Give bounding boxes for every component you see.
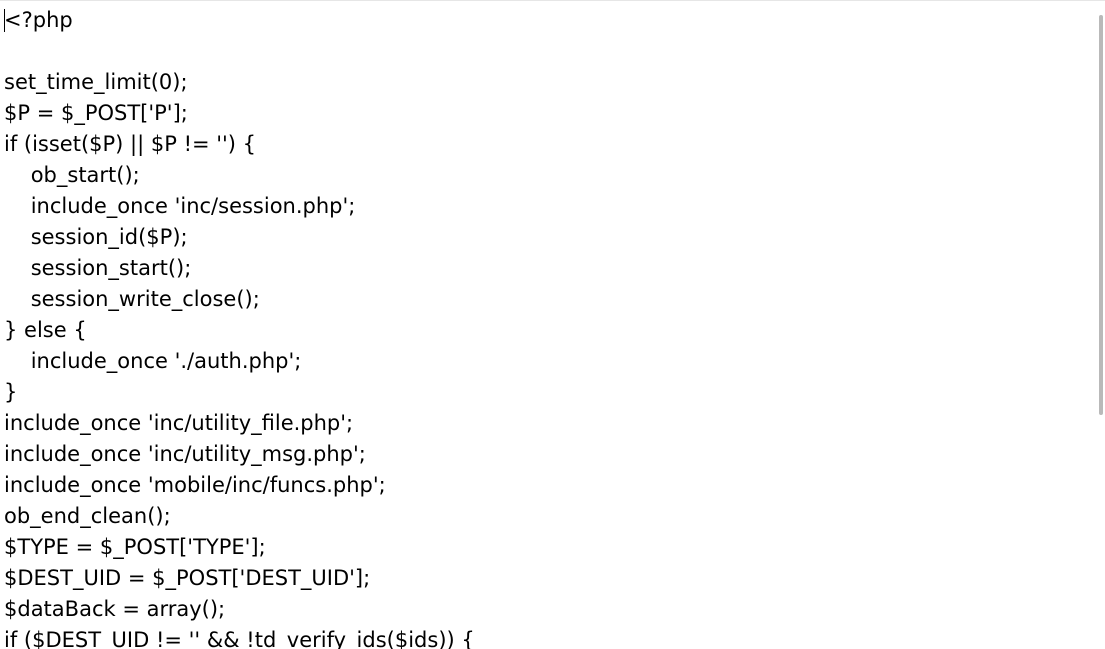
code-line: include_once 'inc/session.php';: [4, 194, 356, 218]
text-caret: [4, 9, 5, 32]
code-line: include_once 'inc/utility_file.php';: [4, 411, 354, 435]
code-line: ob_start();: [4, 163, 140, 187]
code-text-area[interactable]: <?php set_time_limit(0); $P = $_POST['P'…: [0, 1, 1105, 649]
code-line: ob_end_clean();: [4, 504, 171, 528]
code-line: $P = $_POST['P'];: [4, 101, 188, 125]
scrollbar-thumb[interactable]: [1099, 15, 1103, 415]
code-line: include_once 'inc/utility_msg.php';: [4, 442, 366, 466]
code-line: session_write_close();: [4, 287, 260, 311]
code-line: <?php: [4, 8, 73, 32]
code-line: session_start();: [4, 256, 192, 280]
code-line: if (isset($P) || $P != '') {: [4, 132, 257, 156]
text-editor[interactable]: <?php set_time_limit(0); $P = $_POST['P'…: [0, 0, 1105, 649]
code-line: $TYPE = $_POST['TYPE'];: [4, 535, 266, 559]
code-line: session_id($P);: [4, 225, 188, 249]
code-line: include_once './auth.php';: [4, 349, 302, 373]
code-line: set_time_limit(0);: [4, 70, 188, 94]
code-line: } else {: [4, 318, 87, 342]
vertical-scrollbar[interactable]: [1097, 1, 1105, 649]
code-line: }: [4, 380, 18, 404]
code-line: $DEST_UID = $_POST['DEST_UID'];: [4, 566, 371, 590]
code-line: if ($DEST_UID != '' && !td_verify_ids($i…: [4, 628, 475, 649]
code-line: include_once 'mobile/inc/funcs.php';: [4, 473, 386, 497]
code-line: $dataBack = array();: [4, 597, 226, 621]
